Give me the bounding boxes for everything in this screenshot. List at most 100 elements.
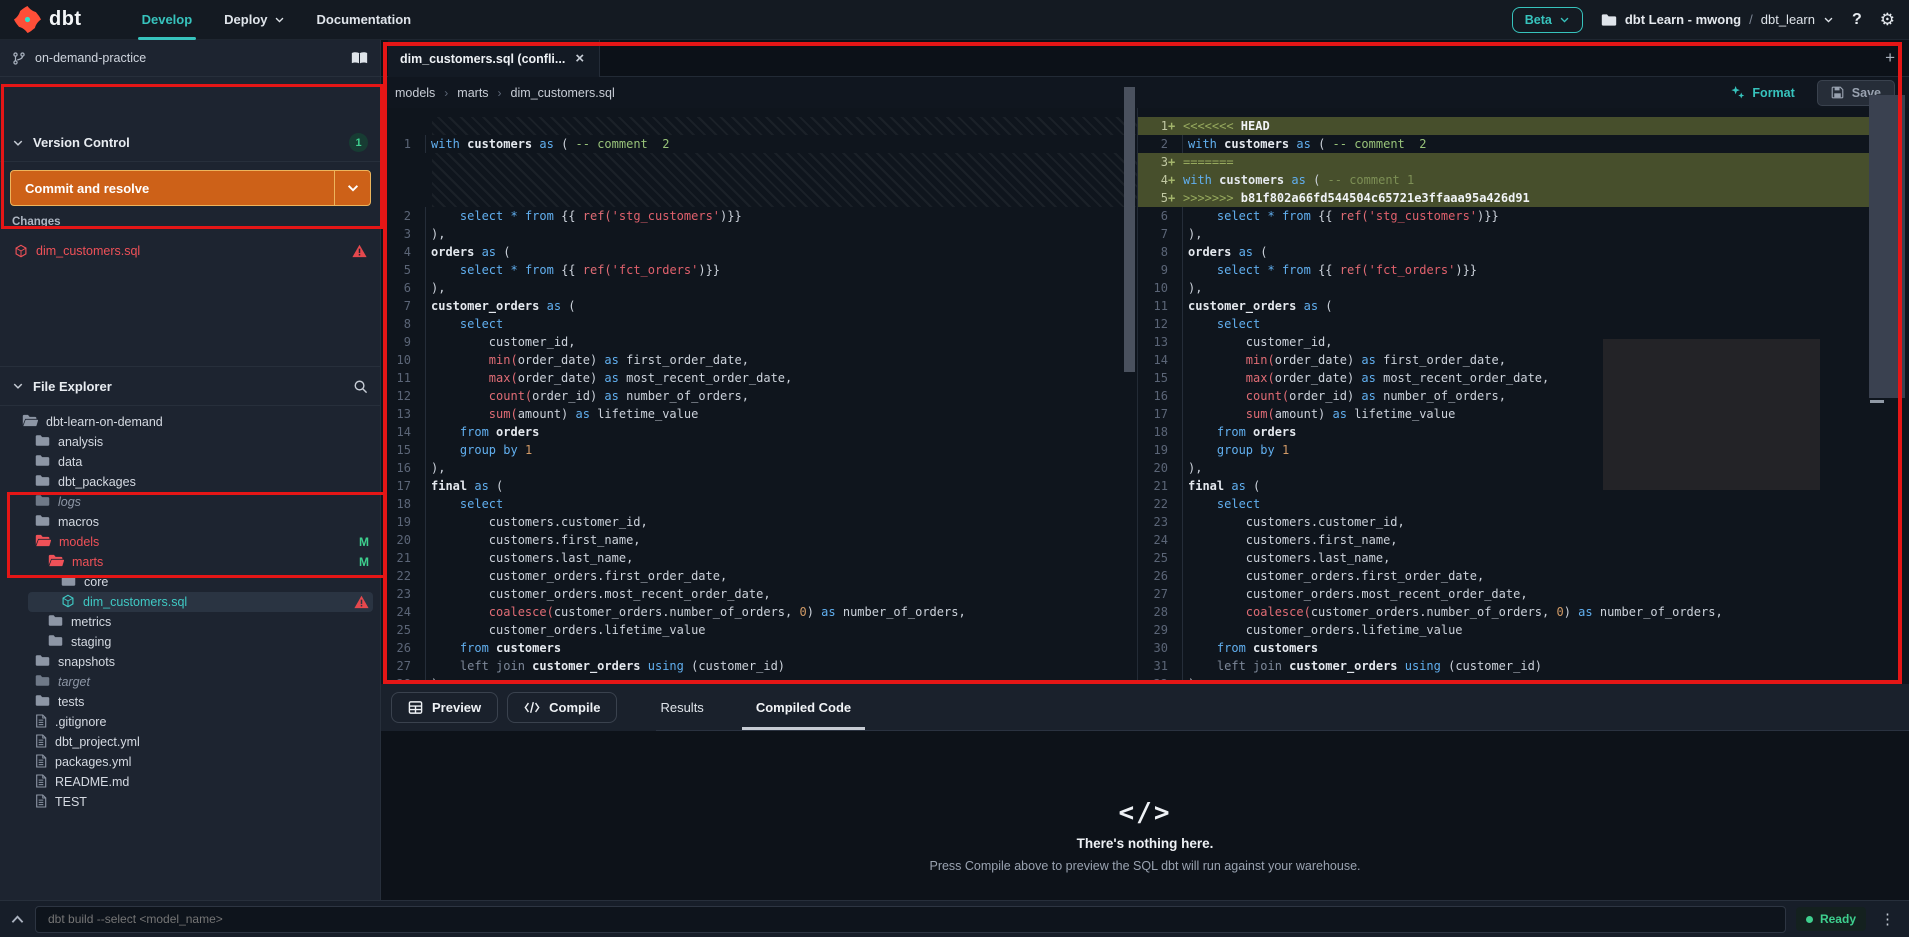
code-line-4: 4 orders as ( — [403, 243, 511, 261]
status-label: Ready — [1819, 912, 1856, 926]
status-badge: Ready — [1795, 907, 1866, 931]
file-icon — [35, 793, 47, 811]
code-brackets-icon: </> — [1118, 798, 1172, 828]
right-pane-scrollbar[interactable] — [1869, 95, 1905, 398]
breadcrumb-models[interactable]: models — [395, 86, 435, 100]
file-search-button[interactable] — [353, 379, 368, 394]
nav-item-deploy[interactable]: Deploy — [208, 0, 300, 40]
commit-and-resolve-button[interactable]: Commit and resolve — [10, 170, 371, 206]
gear-icon[interactable]: ⚙ — [1880, 10, 1895, 30]
search-icon — [354, 380, 368, 393]
book-icon[interactable] — [351, 51, 368, 66]
tree-item-target[interactable]: target — [0, 672, 381, 692]
tree-item-models[interactable]: models M — [0, 532, 381, 552]
tree-item-analysis[interactable]: analysis — [0, 432, 381, 452]
chevron-down-icon — [275, 17, 283, 23]
diff-pane-current[interactable]: 1 with customers as ( -- comment 2 2 selec… — [381, 108, 1137, 724]
tree-item-snapshots[interactable]: snapshots — [0, 652, 381, 672]
code-line-3: 3), — [403, 225, 446, 243]
code-line-10: 10), — [1153, 279, 1203, 297]
tree-item-core[interactable]: core — [0, 572, 381, 592]
commit-button-label: Commit and resolve — [25, 180, 150, 196]
editor-area: dim_customers.sql (confli... × + models … — [381, 40, 1909, 937]
tree-item-macros[interactable]: macros — [0, 512, 381, 532]
tree-item-staging[interactable]: staging — [0, 632, 381, 652]
chevron-up-icon[interactable] — [10, 913, 25, 926]
preview-button[interactable]: Preview — [391, 692, 499, 723]
diff-filler-hatch — [432, 153, 1137, 207]
editor-breadcrumb-row: models › marts › dim_customers.sql Forma… — [381, 77, 1909, 108]
breadcrumb-marts[interactable]: marts — [457, 86, 488, 100]
code-line-22: 22 customer_orders.first_order_date, — [396, 567, 728, 585]
tab-close-icon[interactable]: × — [575, 51, 584, 66]
left-pane-scrollbar[interactable] — [1124, 87, 1135, 372]
tree-item-packages-yml[interactable]: packages.yml — [0, 752, 381, 772]
format-label: Format — [1752, 85, 1795, 100]
tree-item-label: TEST — [55, 795, 87, 809]
folder-icon — [35, 454, 50, 470]
tab-dim-customers[interactable]: dim_customers.sql (confli... × — [388, 40, 600, 77]
project-name: dbt Learn - mwong — [1624, 12, 1742, 27]
tree-item-test[interactable]: TEST — [0, 792, 381, 812]
tree-item-dbt-learn-on-demand[interactable]: dbt-learn-on-demand — [0, 412, 381, 432]
changed-file-row[interactable]: dim_customers.sql — [0, 238, 381, 264]
code-line-31: 31 left join customer_orders using (cust… — [1153, 657, 1543, 675]
format-button[interactable]: Format — [1730, 85, 1795, 100]
file-explorer-title: File Explorer — [33, 378, 112, 394]
file-icon — [35, 753, 47, 771]
command-input[interactable] — [35, 905, 1786, 933]
code-line-21: 21 customers.last_name, — [396, 549, 634, 567]
tree-item-label: metrics — [71, 615, 112, 629]
tree-item-dim-customers-sql[interactable]: dim_customers.sql — [0, 592, 381, 612]
tree-item-marts[interactable]: marts M — [0, 552, 381, 572]
preview-label: Preview — [432, 700, 482, 715]
folder-icon — [35, 434, 50, 450]
code-line-17: 17 final as ( — [396, 477, 504, 495]
status-dot-icon — [1805, 915, 1813, 923]
version-control-header[interactable]: Version Control 1 — [0, 124, 380, 162]
folder-icon — [35, 694, 50, 710]
code-line-26: 26 customer_orders.first_order_date, — [1153, 567, 1485, 585]
file-explorer-header[interactable]: File Explorer — [0, 366, 380, 406]
new-tab-icon[interactable]: + — [1885, 48, 1895, 68]
folder-icon — [35, 674, 50, 690]
modified-badge: M — [359, 555, 369, 569]
file-icon — [35, 733, 47, 751]
tab-compiled-code[interactable]: Compiled Code — [741, 684, 866, 730]
empty-state-title: There's nothing here. — [1076, 836, 1214, 851]
code-line-6: 6 select * from {{ ref('stg_customers')}… — [1160, 207, 1499, 225]
beta-button[interactable]: Beta — [1511, 6, 1583, 33]
dbt-logo[interactable]: dbt — [14, 6, 82, 33]
breadcrumb-chevron-icon: › — [497, 85, 502, 100]
tree-item-dbt-packages[interactable]: dbt_packages — [0, 472, 381, 492]
breadcrumb-file[interactable]: dim_customers.sql — [511, 86, 615, 100]
commit-button-dropdown[interactable] — [334, 171, 370, 205]
project-breadcrumb[interactable]: dbt Learn - mwong / dbt_learn — [1601, 12, 1834, 27]
tab-results[interactable]: Results — [656, 684, 707, 730]
nav-item-develop[interactable]: Develop — [126, 0, 209, 40]
code-line-6: 6), — [403, 279, 446, 297]
dbt-ide-window: dbt Develop Deploy Documentation Beta db… — [0, 0, 1909, 937]
sidebar: on-demand-practice Version Control 1 Com… — [0, 40, 381, 900]
code-line-1: 1 with customers as ( -- comment 2 — [403, 135, 670, 153]
modified-badge: M — [359, 535, 369, 549]
tab-title: dim_customers.sql (confli... — [400, 51, 566, 66]
code-line-27: 27 left join customer_orders using (cust… — [396, 657, 786, 675]
nav-item-documentation[interactable]: Documentation — [301, 0, 428, 40]
tree-item-data[interactable]: data — [0, 452, 381, 472]
tree-item-label: data — [58, 455, 83, 469]
tree-item--gitignore[interactable]: .gitignore — [0, 712, 381, 732]
tree-item-metrics[interactable]: metrics — [0, 612, 381, 632]
help-icon[interactable]: ? — [1852, 11, 1862, 29]
command-bar: Ready ⋮ — [0, 900, 1909, 937]
compile-button[interactable]: Compile — [507, 692, 618, 723]
tree-item-logs[interactable]: logs — [0, 492, 381, 512]
kebab-menu-icon[interactable]: ⋮ — [1876, 910, 1899, 928]
tree-item-dbt-project-yml[interactable]: dbt_project.yml — [0, 732, 381, 752]
folder-icon — [35, 654, 50, 670]
dbt-logo-icon — [14, 6, 41, 33]
nav-item-deploy-label: Deploy — [224, 12, 268, 27]
branch-row[interactable]: on-demand-practice — [0, 40, 380, 77]
tree-item-tests[interactable]: tests — [0, 692, 381, 712]
tree-item-readme-md[interactable]: README.md — [0, 772, 381, 792]
